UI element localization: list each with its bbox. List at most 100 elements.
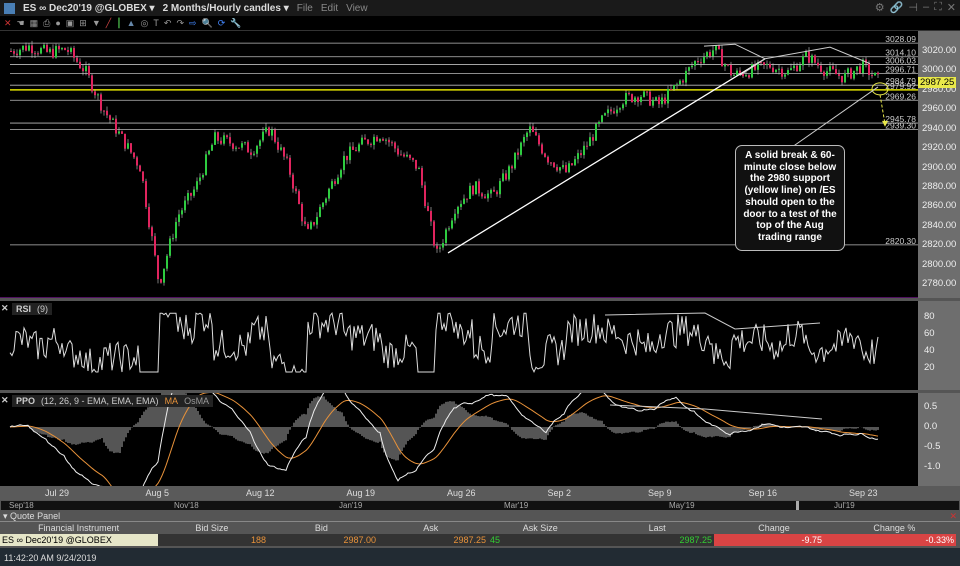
candle <box>388 139 390 143</box>
wrench-icon[interactable]: 🔧 <box>230 18 241 29</box>
status-bar: 11:42:20 AM 9/24/2019 <box>0 548 960 566</box>
candle <box>436 245 438 249</box>
candle <box>487 193 489 199</box>
candle <box>655 97 657 101</box>
candle <box>685 70 687 83</box>
column-header[interactable]: Ask <box>376 523 485 533</box>
text-icon[interactable]: T <box>153 18 159 28</box>
candle <box>217 132 219 141</box>
date-axis[interactable]: Jul 29 Aug 5 Aug 12 Aug 19 Aug 26 Sep 2 Sep 9 S… <box>0 486 960 500</box>
candle <box>16 53 18 56</box>
candle <box>730 64 732 76</box>
candles-icon[interactable]: ┃ <box>116 18 121 29</box>
time-scroller[interactable]: Sep'18 Nov'18 Jan'19 Mar'19 May'19 Jul'19 <box>0 500 960 511</box>
candle <box>532 126 534 132</box>
candle <box>799 65 801 72</box>
osma-label: OsMA <box>184 396 210 406</box>
column-header[interactable]: Financial Instrument <box>0 523 157 533</box>
price-tick: 2880.00 <box>922 180 957 192</box>
menu-edit[interactable]: Edit <box>321 3 338 14</box>
scroller-handle[interactable] <box>796 501 799 510</box>
minimize-icon[interactable]: – <box>923 1 929 14</box>
circle-icon[interactable]: ● <box>55 18 60 28</box>
candle <box>844 72 846 83</box>
candle <box>199 177 201 182</box>
zoom-in-icon[interactable]: 🔍 <box>202 18 213 29</box>
ppo-params: (12, 26, 9 - EMA, EMA, EMA) <box>41 396 159 406</box>
quote-row[interactable]: ES ∞ Dec20'19 @GLOBEX 188 2987.00 2987.2… <box>0 534 960 546</box>
column-header[interactable]: Last <box>595 523 719 533</box>
candle <box>592 137 594 141</box>
candle <box>142 171 144 182</box>
candle <box>661 97 663 105</box>
candle <box>262 131 264 141</box>
candle <box>148 206 150 228</box>
area-icon[interactable]: ▲ <box>127 18 136 28</box>
candle <box>244 142 246 144</box>
ppo-panel[interactable]: 0.5 0.0 -0.5 -1.0 ✕ PPO (12, 26, 9 - EMA, EM… <box>0 371 960 526</box>
candle <box>802 56 804 66</box>
close-ppo-icon[interactable]: ✕ <box>1 395 9 406</box>
candle <box>556 167 558 171</box>
close-quote-icon[interactable]: ✕ <box>949 511 957 522</box>
draw-line-icon[interactable]: ╱ <box>106 18 111 29</box>
candle <box>91 75 93 92</box>
column-header[interactable]: Ask Size <box>486 523 595 533</box>
period-selector[interactable]: 2 Months/Hourly candles ▾ <box>163 3 289 14</box>
candle <box>784 74 786 77</box>
candle <box>289 157 291 175</box>
candle <box>328 188 330 199</box>
crosshair-icon[interactable]: ✕ <box>4 18 12 29</box>
rsi-panel[interactable]: 80 60 40 20 ✕ RSI (9) <box>0 301 960 390</box>
settings-icon[interactable]: ⚙ <box>875 1 885 14</box>
ppo-header: PPO (12, 26, 9 - EMA, EMA, EMA) MA OsMA <box>12 395 214 407</box>
ppo-tick: -0.5 <box>924 441 941 452</box>
print-icon[interactable]: ⎙ <box>43 18 50 29</box>
undo-icon[interactable]: ↶ <box>164 18 172 29</box>
app-icon <box>4 2 15 14</box>
column-header[interactable]: Bid <box>267 523 376 533</box>
symbol-selector[interactable]: ES ∞ Dec20'19 @GLOBEX ▾ <box>23 3 155 14</box>
candle <box>631 94 633 103</box>
price-tick: 2820.00 <box>922 239 957 251</box>
candle <box>682 80 684 83</box>
maximize-icon[interactable]: ⛶ <box>934 1 942 14</box>
candle <box>292 174 294 189</box>
image-icon[interactable]: ▣ <box>66 18 75 29</box>
menu-file[interactable]: File <box>297 3 313 14</box>
instrument-cell[interactable]: ES ∞ Dec20'19 @GLOBEX <box>0 534 158 546</box>
price-tick: 2800.00 <box>922 258 957 270</box>
candle <box>418 168 420 170</box>
redo-icon[interactable]: ↷ <box>176 18 184 29</box>
candle <box>805 51 807 57</box>
column-header[interactable]: Change % <box>829 523 960 533</box>
zoom-icon[interactable]: ◎ <box>141 18 149 29</box>
column-header[interactable]: Change <box>719 523 828 533</box>
candle <box>190 193 192 196</box>
candle <box>652 100 654 106</box>
candle <box>406 154 408 157</box>
close-icon[interactable]: ✕ <box>947 1 956 14</box>
date-tick: Aug 26 <box>447 488 476 498</box>
menu-view[interactable]: View <box>346 3 368 14</box>
refresh-icon[interactable]: ⟳ <box>218 18 226 29</box>
candle <box>202 174 204 178</box>
change-cell: -9.75 <box>714 534 824 546</box>
candle <box>73 48 75 58</box>
candle <box>205 154 207 175</box>
collapse-icon[interactable]: ▾ <box>3 511 8 521</box>
candle <box>106 110 108 116</box>
candle <box>577 153 579 160</box>
arrow-icon[interactable]: ⇨ <box>189 18 197 29</box>
candle <box>772 67 774 73</box>
close-rsi-icon[interactable]: ✕ <box>1 303 9 314</box>
candle <box>817 62 819 66</box>
grid-icon[interactable]: ▦ <box>30 18 39 29</box>
link-icon[interactable]: 🔗 <box>890 1 904 14</box>
layout-icon[interactable]: ⊞ <box>79 18 87 29</box>
candle <box>766 63 768 65</box>
hand-icon[interactable]: ☚ <box>17 18 25 29</box>
pin-icon[interactable]: ⊣ <box>908 1 918 14</box>
column-header[interactable]: Bid Size <box>157 523 266 533</box>
dropdown-icon[interactable]: ▼ <box>92 18 101 28</box>
